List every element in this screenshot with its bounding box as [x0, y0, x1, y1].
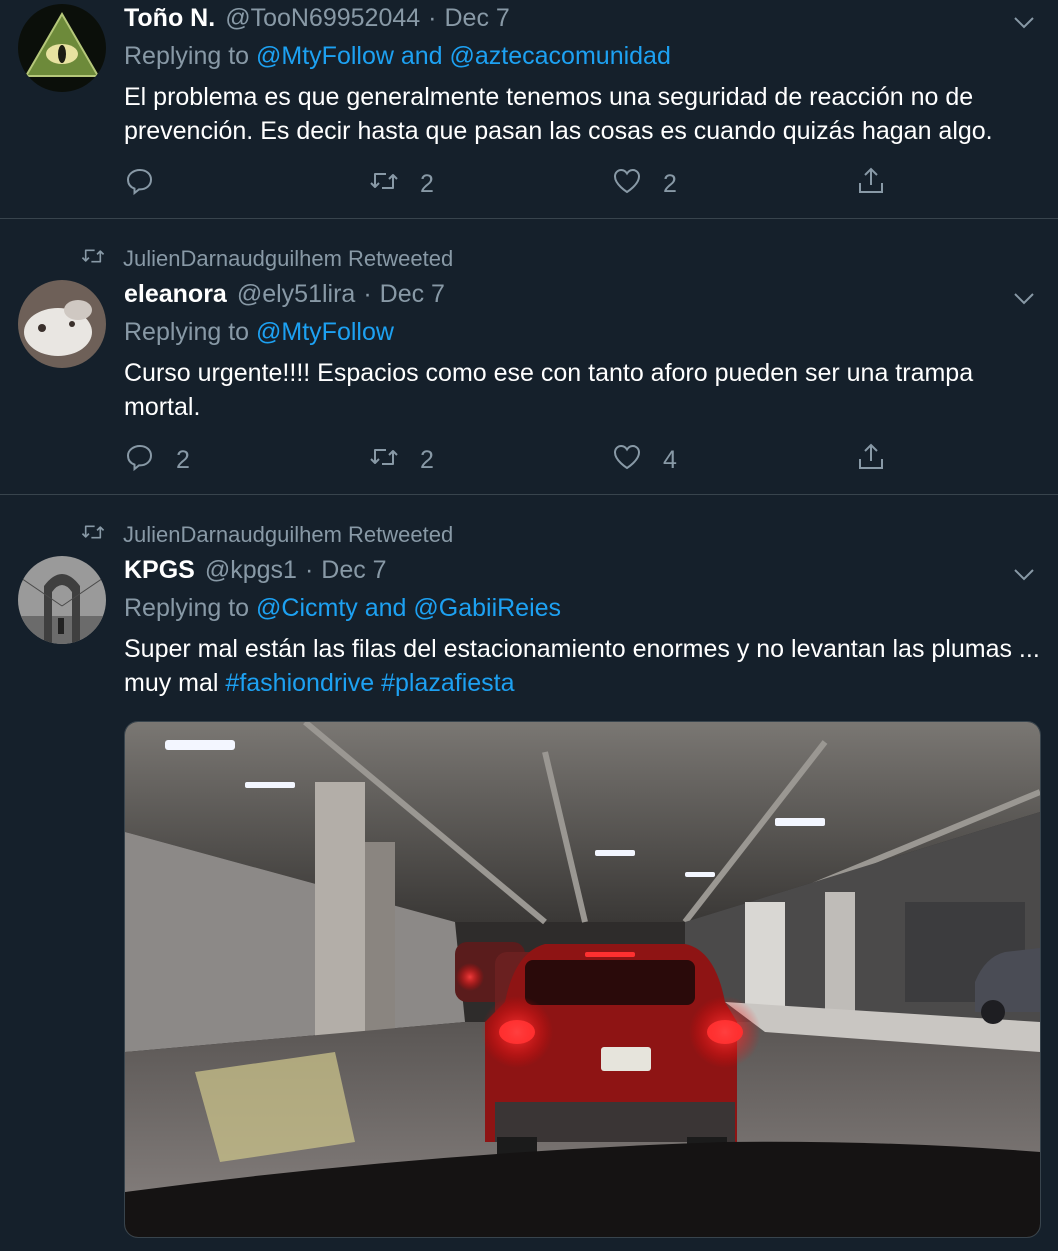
replying-to: Replying to @MtyFollow — [124, 318, 394, 347]
avatar[interactable] — [18, 280, 106, 368]
like-count: 2 — [663, 170, 677, 198]
tweet-actions: 2 2 — [124, 165, 904, 201]
tweet-header: eleanora @ely51lira · Dec 7 — [124, 280, 998, 309]
reply-button[interactable] — [124, 165, 176, 204]
chevron-down-icon[interactable] — [1012, 562, 1036, 586]
chevron-down-icon[interactable] — [1012, 286, 1036, 310]
chevron-down-icon[interactable] — [1012, 10, 1036, 34]
like-count: 4 — [663, 446, 677, 474]
tweet-date[interactable]: Dec 7 — [380, 280, 445, 309]
retweet-icon — [368, 165, 400, 204]
tweet-photo[interactable] — [124, 721, 1041, 1238]
replying-to: Replying to @MtyFollow and @aztecacomuni… — [124, 42, 671, 71]
tweet-actions: 2 2 4 — [124, 441, 904, 477]
tweet-text: Curso urgente!!!! Espacios como ese con … — [124, 359, 974, 421]
reply-icon — [124, 441, 156, 480]
author-name[interactable]: eleanora — [124, 280, 227, 309]
replying-to-users[interactable]: @MtyFollow — [256, 318, 394, 346]
reply-count: 2 — [176, 446, 190, 474]
share-icon — [855, 165, 887, 204]
tweet-header: KPGS @kpgs1 · Dec 7 — [124, 556, 998, 585]
share-button[interactable] — [855, 165, 887, 204]
reply-icon — [124, 165, 156, 204]
retweeted-by[interactable]: JulienDarnaudguilhem Retweeted — [123, 522, 453, 548]
retweet-context: JulienDarnaudguilhem Retweeted — [80, 243, 453, 275]
replying-to-prefix: Replying to — [124, 42, 250, 70]
tweet-1[interactable]: Toño N. @TooN69952044 · Dec 7 Replying t… — [0, 0, 1058, 219]
separator-dot: · — [363, 280, 372, 308]
author-handle[interactable]: @kpgs1 — [205, 556, 297, 585]
like-button[interactable]: 4 — [611, 441, 677, 480]
tweet-text: Super mal están las filas del estacionam… — [124, 632, 1040, 700]
hashtags[interactable]: #fashiondrive #plazafiesta — [225, 669, 514, 697]
tweet-date[interactable]: Dec 7 — [445, 4, 510, 33]
retweet-icon — [80, 243, 123, 275]
reply-button[interactable]: 2 — [124, 441, 190, 480]
tweet-date[interactable]: Dec 7 — [321, 556, 386, 585]
avatar[interactable] — [18, 4, 106, 92]
retweet-icon — [80, 519, 123, 551]
retweet-button[interactable]: 2 — [368, 441, 434, 480]
replying-to: Replying to @Cicmty and @GabiiReies — [124, 594, 561, 623]
tweet-text: El problema es que generalmente tenemos … — [124, 83, 993, 145]
share-button[interactable] — [855, 441, 887, 480]
retweeted-by[interactable]: JulienDarnaudguilhem Retweeted — [123, 246, 453, 272]
retweet-icon — [368, 441, 400, 480]
tweet-2[interactable]: JulienDarnaudguilhem Retweeted eleanora … — [0, 219, 1058, 495]
avatar[interactable] — [18, 556, 106, 644]
tweet-header: Toño N. @TooN69952044 · Dec 7 — [124, 4, 998, 33]
replying-to-prefix: Replying to — [124, 594, 250, 622]
author-handle[interactable]: @ely51lira — [237, 280, 355, 309]
replying-to-prefix: Replying to — [124, 318, 250, 346]
author-name[interactable]: Toño N. — [124, 4, 215, 33]
author-name[interactable]: KPGS — [124, 556, 195, 585]
heart-icon — [611, 441, 643, 480]
replying-to-users[interactable]: @Cicmty and @GabiiReies — [256, 594, 561, 622]
replying-to-users[interactable]: @MtyFollow and @aztecacomunidad — [256, 42, 671, 70]
retweet-count: 2 — [420, 170, 434, 198]
heart-icon — [611, 165, 643, 204]
separator-dot: · — [428, 4, 437, 32]
retweet-button[interactable]: 2 — [368, 165, 434, 204]
tweet-3[interactable]: JulienDarnaudguilhem Retweeted KPGS @kpg… — [0, 495, 1058, 1251]
like-button[interactable]: 2 — [611, 165, 677, 204]
retweet-context: JulienDarnaudguilhem Retweeted — [80, 519, 453, 551]
author-handle[interactable]: @TooN69952044 — [225, 4, 420, 33]
separator-dot: · — [304, 556, 314, 584]
retweet-count: 2 — [420, 446, 434, 474]
share-icon — [855, 441, 887, 480]
